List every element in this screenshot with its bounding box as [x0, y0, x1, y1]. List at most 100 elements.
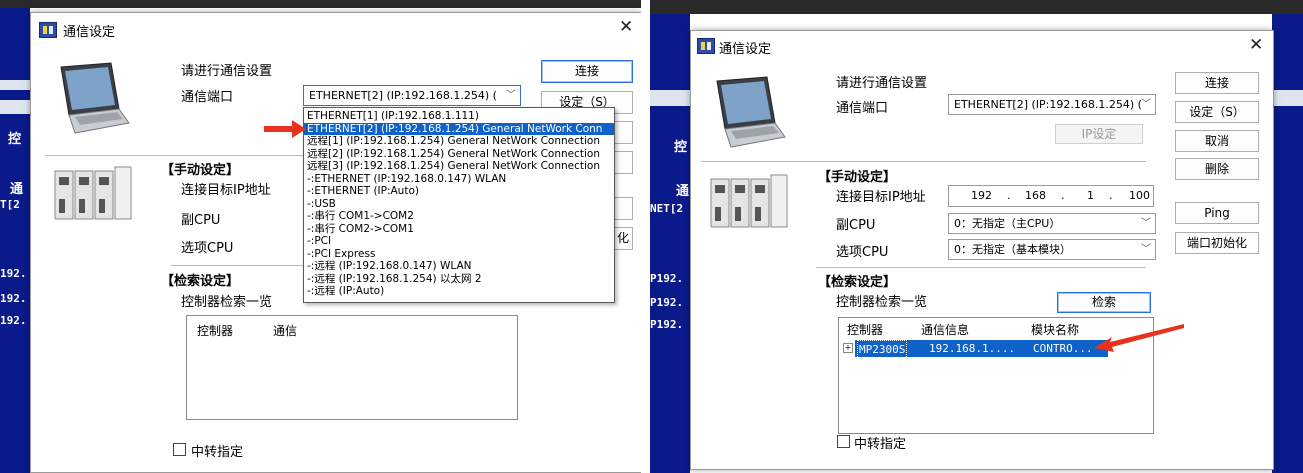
- relay-label: 中转指定: [854, 437, 907, 452]
- target-ip-label: 连接目标IP地址: [181, 183, 271, 198]
- section-divider: [701, 161, 1146, 162]
- port-option[interactable]: -:ETHERNET (IP:Auto): [304, 185, 614, 198]
- port-option[interactable]: 远程[2] (IP:192.168.1.254) General NetWork…: [304, 148, 614, 161]
- search-section-title: 【检索设定】: [818, 275, 897, 290]
- chevron-down-icon: ﹀: [1141, 244, 1151, 255]
- option-cpu-label: 选项CPU: [181, 241, 234, 256]
- controller-list[interactable]: 控制器 通信: [186, 315, 518, 420]
- option-cpu-label: 选项CPU: [836, 245, 889, 260]
- title-bar: 通信设定 ✕: [31, 13, 641, 45]
- port-option[interactable]: 远程[1] (IP:192.168.1.254) General NetWork…: [304, 135, 614, 148]
- ip-octet: 1: [1087, 189, 1094, 202]
- list-header: 通信: [273, 324, 298, 338]
- table-row[interactable]: MP2300S 192.168.1.... CONTRO...: [855, 340, 1108, 359]
- target-ip-label: 连接目标IP地址: [836, 190, 926, 205]
- bg-app-left: [650, 14, 690, 473]
- ip-octet: 100: [1129, 189, 1150, 202]
- cell-controller: MP2300S: [857, 340, 908, 359]
- red-arrow-annotation: [264, 120, 306, 138]
- bg-text: T[2: [0, 198, 20, 211]
- manual-section-title: 【手动设定】: [818, 170, 897, 185]
- relay-checkbox[interactable]: [173, 443, 186, 456]
- bg-app-band: [0, 80, 30, 90]
- red-arrow-annotation: [1094, 324, 1184, 352]
- list-header: 模块名称: [1031, 323, 1080, 337]
- bg-app-topbar: [0, 0, 641, 8]
- bg-text: 通: [676, 184, 690, 199]
- laptop-icon: [716, 76, 786, 148]
- close-icon[interactable]: ✕: [1249, 35, 1263, 55]
- bg-text: P192.: [650, 318, 684, 331]
- option-cpu-value: 0：无指定（基本模块）: [954, 243, 1071, 256]
- port-label: 通信端口: [181, 90, 234, 105]
- port-option[interactable]: -:远程 (IP:192.168.1.254) 以太网 2: [304, 273, 614, 286]
- relay-checkbox[interactable]: [837, 435, 850, 448]
- port-combo[interactable]: ETHERNET[2] (IP:192.168.1.254) ( ﹀: [948, 94, 1156, 115]
- ip-octet: 168: [1025, 189, 1046, 202]
- bg-app-band: [0, 100, 30, 114]
- bg-text: 192.: [0, 314, 27, 327]
- port-option[interactable]: -:ETHERNET (IP:192.168.0.147) WLAN: [304, 173, 614, 186]
- bg-text: P192.: [650, 272, 684, 285]
- connect-button[interactable]: 连接: [541, 60, 633, 83]
- cell-module: CONTRO...: [1033, 342, 1093, 355]
- target-ip-input[interactable]: 192 . 168 . 1 . 100: [948, 185, 1154, 207]
- title-bar: 通信设定 ✕: [691, 31, 1273, 63]
- list-header: 控制器: [197, 324, 234, 338]
- bg-app-band: [650, 90, 690, 106]
- port-combo[interactable]: ETHERNET[2] (IP:192.168.1.254) ( ﹀: [303, 85, 521, 106]
- port-combo-value: ETHERNET[2] (IP:192.168.1.254) (: [309, 89, 497, 102]
- option-cpu-select[interactable]: 0：无指定（基本模块） ﹀: [948, 239, 1156, 260]
- port-option[interactable]: -:远程 (IP:Auto): [304, 285, 614, 298]
- port-option-selected[interactable]: ETHERNET[2] (IP:192.168.1.254) General N…: [304, 122, 614, 135]
- plc-device-icon: [710, 174, 788, 228]
- sub-cpu-label: 副CPU: [836, 218, 876, 233]
- port-option[interactable]: -:串行 COM2->COM1: [304, 223, 614, 236]
- bg-text: NET[2: [650, 202, 684, 215]
- sub-cpu-label: 副CPU: [181, 213, 221, 228]
- left-screenshot: 控 通 T[2 192. 192. 192. 通信设定 ✕ 请进行通信设置 通信…: [0, 0, 641, 473]
- relay-label: 中转指定: [191, 445, 244, 460]
- ip-settings-button[interactable]: IP设定: [1055, 124, 1143, 144]
- settings-button[interactable]: 设定（S）: [1175, 101, 1259, 123]
- port-option[interactable]: -:USB: [304, 198, 614, 211]
- cancel-button[interactable]: 取消: [1175, 130, 1259, 152]
- port-dropdown-list[interactable]: ETHERNET[1] (IP:192.168.1.111) ETHERNET[…: [303, 107, 615, 303]
- ip-dot: .: [1061, 189, 1065, 202]
- search-list-label: 控制器检索一览: [836, 295, 928, 310]
- delete-button[interactable]: 删除: [1175, 158, 1259, 180]
- cell-comm: 192.168.1....: [929, 342, 1016, 355]
- expand-icon[interactable]: +: [843, 343, 853, 353]
- list-header: 控制器: [847, 323, 884, 337]
- port-option[interactable]: 远程[3] (IP:192.168.1.254) General NetWork…: [304, 160, 614, 173]
- dialog-title: 通信设定: [719, 42, 772, 57]
- sub-cpu-value: 0：无指定（主CPU）: [954, 217, 1061, 230]
- sub-cpu-select[interactable]: 0：无指定（主CPU） ﹀: [948, 213, 1156, 234]
- prompt-text: 请进行通信设置: [836, 76, 928, 91]
- search-button[interactable]: 检索: [1057, 292, 1151, 313]
- ping-button[interactable]: Ping: [1175, 202, 1259, 224]
- chevron-down-icon: ﹀: [1141, 99, 1151, 110]
- dialog-title: 通信设定: [63, 25, 116, 40]
- bg-text: 192.: [0, 292, 27, 305]
- chevron-down-icon: ﹀: [1141, 218, 1151, 229]
- manual-section-title: 【手动设定】: [161, 163, 240, 178]
- port-option[interactable]: -:PCI Express: [304, 248, 614, 261]
- search-list-label: 控制器检索一览: [181, 295, 273, 310]
- close-icon[interactable]: ✕: [619, 17, 633, 37]
- chevron-down-icon: ﹀: [506, 90, 516, 101]
- right-screenshot: 控 通 NET[2 P192. P192. P192. 通信设定 ✕ 请进行通信…: [650, 0, 1303, 473]
- app-icon: [39, 22, 57, 38]
- bg-text: 192.: [0, 267, 27, 280]
- connect-button[interactable]: 连接: [1175, 72, 1259, 94]
- app-icon: [697, 38, 715, 54]
- port-option[interactable]: -:串行 COM1->COM2: [304, 210, 614, 223]
- port-option[interactable]: ETHERNET[1] (IP:192.168.1.111): [304, 110, 614, 123]
- port-option[interactable]: -:远程 (IP:192.168.0.147) WLAN: [304, 260, 614, 273]
- bg-text: 控: [8, 132, 22, 147]
- ip-dot: .: [1109, 189, 1113, 202]
- laptop-icon: [60, 62, 130, 134]
- port-init-button[interactable]: 端口初始化: [1175, 232, 1259, 254]
- comm-settings-dialog: 通信设定 ✕ 请进行通信设置 通信端口 ETHERNET[2] (IP:192.…: [30, 12, 641, 473]
- port-option[interactable]: -:PCI: [304, 235, 614, 248]
